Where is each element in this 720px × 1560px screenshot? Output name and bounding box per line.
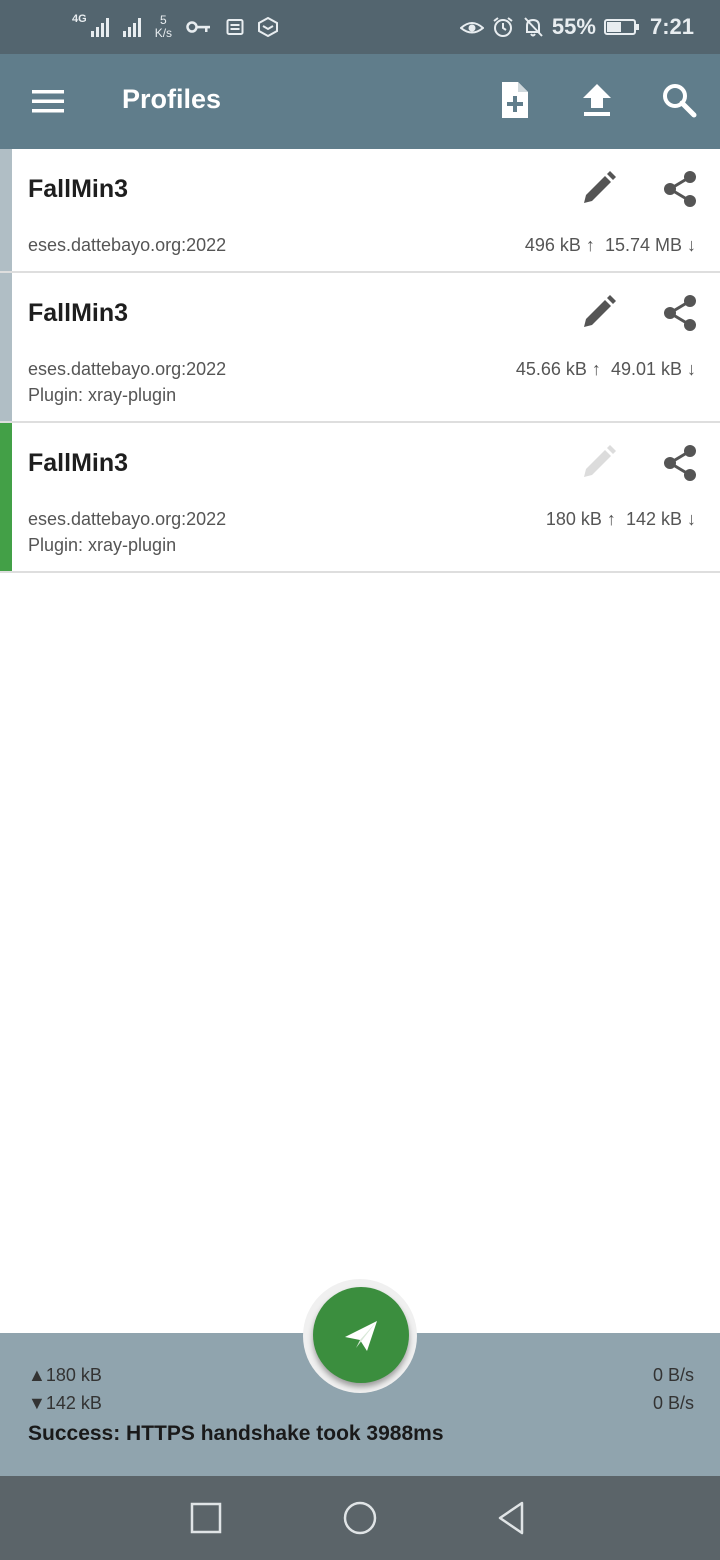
status-bar: 4G 5 K/s 55% 7:21 <box>0 0 720 54</box>
back-icon[interactable] <box>494 1500 530 1536</box>
profile-address: eses.dattebayo.org:2022 <box>28 359 227 379</box>
share-icon[interactable] <box>660 443 700 483</box>
battery-percent: 55% <box>551 14 596 39</box>
download-traffic: 142 kB ↓ <box>625 509 696 529</box>
signal-icon <box>90 17 109 37</box>
recents-icon[interactable] <box>188 1500 224 1536</box>
download-traffic: 49.01 kB ↓ <box>610 359 696 379</box>
profile-plugin: Plugin: xray-plugin <box>28 385 177 405</box>
bell-off-icon <box>524 17 543 37</box>
clock: 7:21 <box>649 14 694 39</box>
status-marker <box>0 149 12 271</box>
sim-card-icon <box>226 19 244 35</box>
edit-icon[interactable] <box>578 169 618 209</box>
share-icon[interactable] <box>660 293 700 333</box>
home-icon[interactable] <box>342 1500 378 1536</box>
app-notification-icon <box>258 17 279 37</box>
profile-name: FallMin3 <box>28 175 129 203</box>
network-type: 4G <box>72 12 87 25</box>
profile-card[interactable]: FallMin3 eses.dattebayo.org:2022 496 kB … <box>0 149 720 273</box>
upload-icon[interactable] <box>577 80 617 120</box>
profile-name: FallMin3 <box>28 299 129 327</box>
connection-status-message: Success: HTTPS handshake took 3988ms <box>28 1422 444 1445</box>
profile-address: eses.dattebayo.org:2022 <box>28 509 227 529</box>
menu-icon[interactable] <box>30 83 66 119</box>
eye-comfort-icon <box>459 22 484 34</box>
profile-traffic: 496 kB ↑ 15.74 MB ↓ <box>525 235 696 256</box>
add-profile-icon[interactable] <box>494 80 534 120</box>
profile-traffic: 45.66 kB ↑ 49.01 kB ↓ <box>516 359 696 380</box>
alarm-icon <box>493 17 513 37</box>
search-icon[interactable] <box>659 80 699 120</box>
battery-fill <box>606 22 622 32</box>
rx-total: ▼142 kB <box>28 1393 102 1413</box>
page-title: Profiles <box>122 84 222 114</box>
rx-rate: 0 B/s <box>652 1393 694 1413</box>
network-speed: 5 K/s <box>154 13 173 40</box>
tx-total: ▲180 kB <box>28 1365 102 1385</box>
connect-button[interactable] <box>313 1287 409 1383</box>
signal-icon-2 <box>122 17 141 37</box>
status-marker <box>0 273 12 421</box>
share-icon[interactable] <box>660 169 700 209</box>
profile-traffic: 180 kB ↑ 142 kB ↓ <box>546 509 696 530</box>
edit-icon-disabled <box>584 445 616 477</box>
download-traffic: 15.74 MB ↓ <box>604 235 696 255</box>
upload-traffic: 496 kB ↑ <box>524 235 595 255</box>
profile-card[interactable]: FallMin3 eses.dattebayo.org:2022 Plugin:… <box>0 273 720 423</box>
upload-traffic: 45.66 kB ↑ <box>515 359 601 379</box>
vpn-key-icon <box>186 21 211 33</box>
profile-address: eses.dattebayo.org:2022 <box>28 235 227 255</box>
upload-traffic: 180 kB ↑ <box>545 509 616 529</box>
profile-plugin: Plugin: xray-plugin <box>28 535 177 555</box>
send-icon <box>345 1321 377 1351</box>
status-marker-active <box>0 423 12 571</box>
app-bar: Profiles <box>0 54 720 149</box>
system-nav-bar <box>0 1476 720 1560</box>
tx-rate: 0 B/s <box>652 1365 694 1385</box>
edit-icon[interactable] <box>578 293 618 333</box>
battery-icon <box>603 19 639 35</box>
profile-name: FallMin3 <box>28 449 129 477</box>
profile-card-active[interactable]: FallMin3 eses.dattebayo.org:2022 Plugin:… <box>0 423 720 573</box>
profile-list: FallMin3 eses.dattebayo.org:2022 496 kB … <box>0 149 720 573</box>
